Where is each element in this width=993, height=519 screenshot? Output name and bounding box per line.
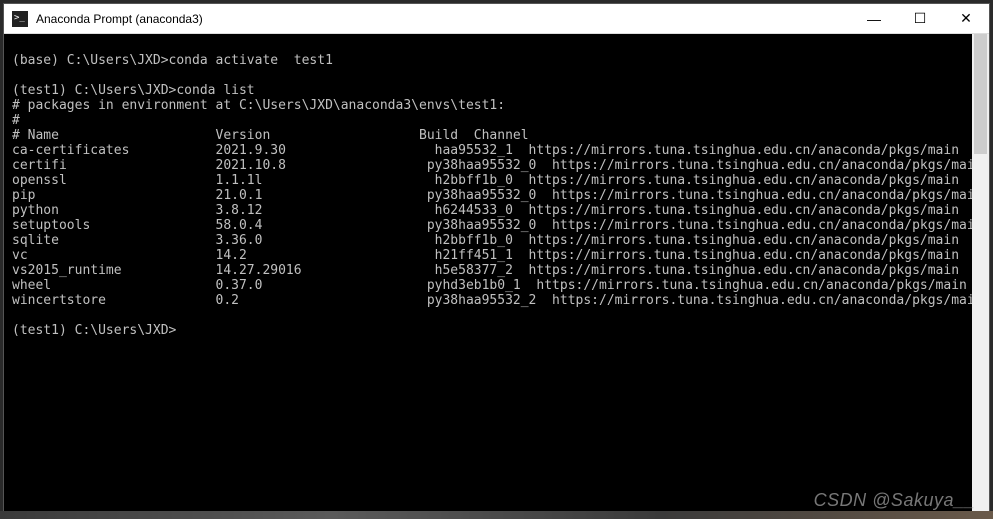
- watermark-text: CSDN @Sakuya__: [814, 490, 975, 511]
- window-controls: — ☐ ✕: [851, 4, 989, 33]
- maximize-button[interactable]: ☐: [897, 4, 943, 33]
- app-icon: [12, 11, 28, 27]
- scrollbar-thumb[interactable]: [974, 34, 987, 154]
- titlebar: Anaconda Prompt (anaconda3) — ☐ ✕: [4, 4, 989, 34]
- minimize-button[interactable]: —: [851, 4, 897, 33]
- window-title: Anaconda Prompt (anaconda3): [36, 12, 851, 26]
- vertical-scrollbar[interactable]: [972, 34, 989, 515]
- terminal-window: Anaconda Prompt (anaconda3) — ☐ ✕ (base)…: [3, 3, 990, 516]
- console-area: (base) C:\Users\JXD>conda activate test1…: [4, 34, 989, 515]
- terminal-output[interactable]: (base) C:\Users\JXD>conda activate test1…: [4, 34, 972, 515]
- close-button[interactable]: ✕: [943, 4, 989, 33]
- footer-decor: [0, 511, 993, 519]
